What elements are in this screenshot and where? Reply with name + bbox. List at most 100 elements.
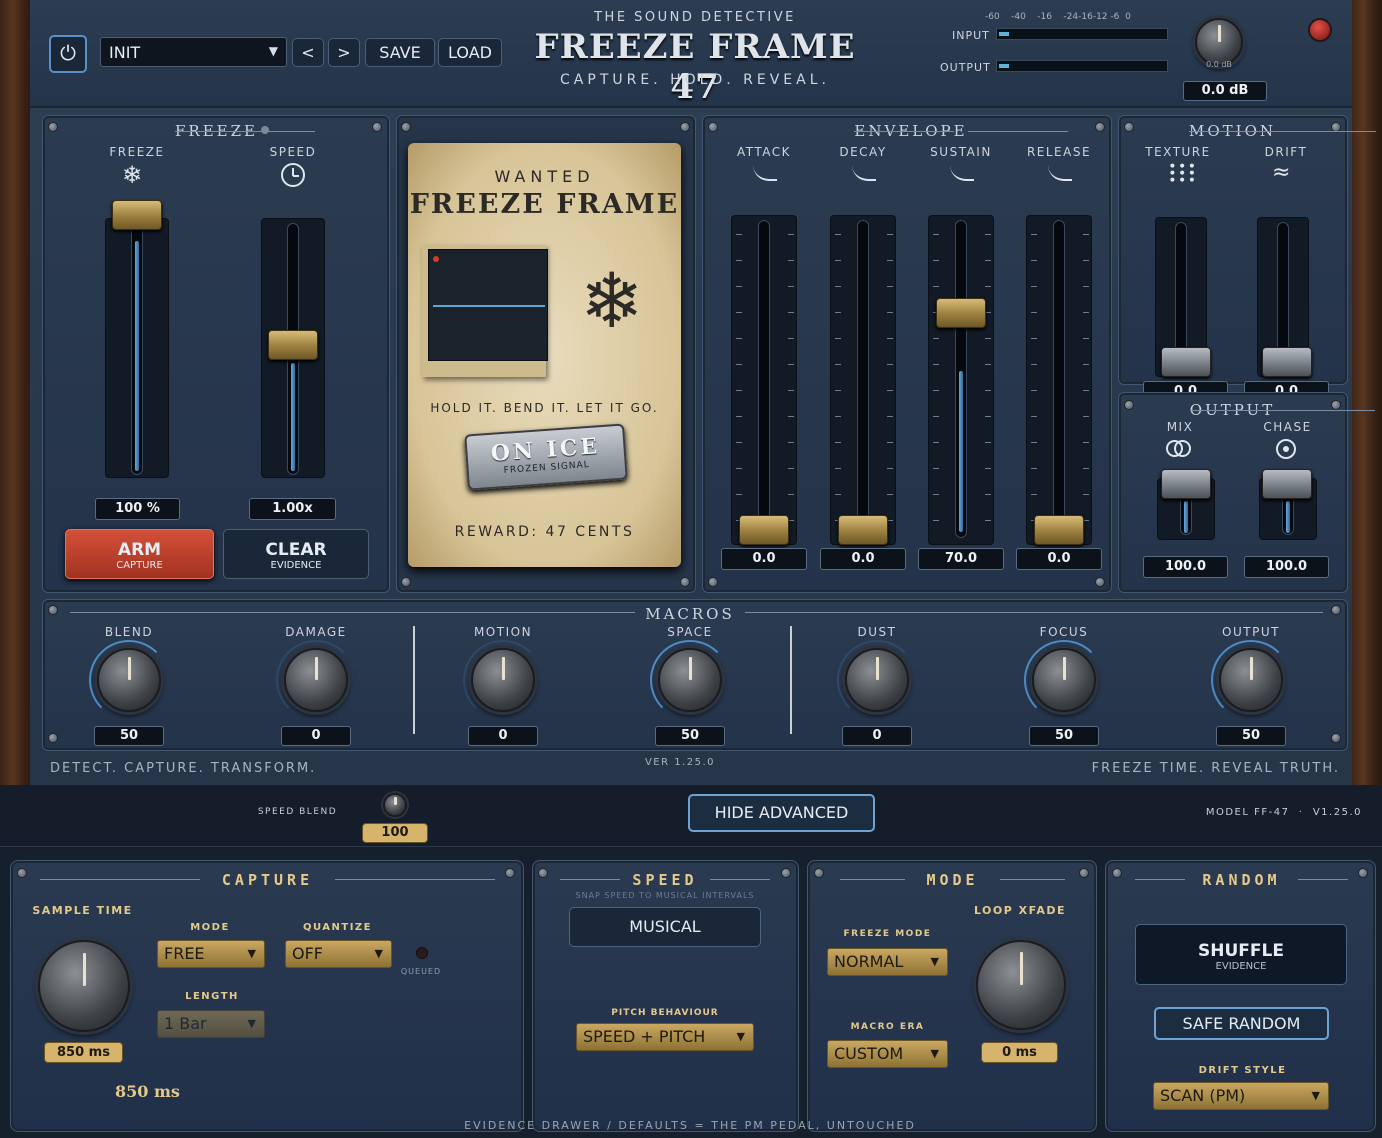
arm-sublabel: CAPTURE: [116, 560, 163, 571]
capture-mode-dropdown[interactable]: FREE ▼: [157, 940, 265, 968]
fader-tick: [1031, 364, 1037, 365]
envelope-fader-track[interactable]: [928, 215, 994, 545]
chevron-down-icon: ▼: [268, 44, 278, 58]
freeze-mode-value: NORMAL: [834, 952, 904, 971]
macro-output-value[interactable]: 50: [1216, 726, 1286, 746]
length-dropdown[interactable]: 1 Bar ▼: [157, 1010, 265, 1038]
envelope-decay-handle[interactable]: [838, 515, 888, 545]
preset-name: INIT: [109, 43, 141, 62]
macro-blend-knob[interactable]: [97, 648, 161, 712]
fader-tick: [887, 390, 893, 391]
fader-tick: [1083, 260, 1089, 261]
pitch-behaviour-dropdown[interactable]: SPEED + PITCH ▼: [576, 1023, 754, 1051]
output-gain-value[interactable]: 0.0 dB: [1183, 81, 1267, 101]
speed-blend-value[interactable]: 100: [362, 823, 428, 843]
macro-motion-value[interactable]: 0: [468, 726, 538, 746]
save-button[interactable]: SAVE: [365, 38, 435, 67]
arm-label: ARM: [117, 540, 162, 560]
macro-damage-value[interactable]: 0: [281, 726, 351, 746]
fader-tick: [1083, 416, 1089, 417]
fader-fill: [135, 241, 139, 471]
next-preset-button[interactable]: >: [328, 38, 360, 67]
sample-time-value[interactable]: 850 ms: [44, 1042, 123, 1063]
envelope-attack-value[interactable]: 0.0: [721, 548, 807, 570]
envelope-fader-track[interactable]: [731, 215, 797, 545]
load-button[interactable]: LOAD: [438, 38, 502, 67]
mix-value[interactable]: 100.0: [1143, 556, 1228, 578]
fader-tick: [985, 442, 991, 443]
chevron-down-icon: ▼: [247, 1017, 256, 1030]
macro-damage-knob[interactable]: [284, 648, 348, 712]
fader-tick: [1083, 442, 1089, 443]
texture-fader-handle[interactable]: [1161, 347, 1211, 377]
envelope-decay-value[interactable]: 0.0: [820, 548, 906, 570]
fader-tick: [933, 520, 939, 521]
envelope-fader-track[interactable]: [830, 215, 896, 545]
chevron-down-icon: ▼: [247, 947, 256, 960]
queued-led: [416, 947, 428, 959]
power-button[interactable]: ⏻: [49, 35, 87, 73]
envelope-release-handle[interactable]: [1034, 515, 1084, 545]
quantize-value: OFF: [292, 944, 323, 963]
output-panel-title: OUTPUT: [1185, 401, 1376, 419]
macro-space-value[interactable]: 50: [655, 726, 725, 746]
quantize-dropdown[interactable]: OFF ▼: [285, 940, 392, 968]
freeze-value[interactable]: 100 %: [95, 498, 180, 520]
chase-value[interactable]: 100.0: [1244, 556, 1329, 578]
clear-evidence-button[interactable]: CLEAR EVIDENCE: [223, 529, 369, 579]
arm-capture-button[interactable]: ARM CAPTURE: [65, 529, 214, 579]
envelope-sustain-value[interactable]: 70.0: [918, 548, 1004, 570]
speed-blend-knob[interactable]: [383, 793, 407, 817]
title-rule: [840, 879, 905, 880]
macro-focus-value[interactable]: 50: [1029, 726, 1099, 746]
envelope-sustain-handle[interactable]: [936, 298, 986, 328]
chase-fader-handle[interactable]: [1262, 469, 1312, 499]
prev-preset-button[interactable]: <: [292, 38, 324, 67]
drift-style-dropdown[interactable]: SCAN (PM) ▼: [1153, 1082, 1329, 1110]
macro-era-dropdown[interactable]: CUSTOM ▼: [827, 1040, 948, 1068]
safe-random-button[interactable]: SAFE RANDOM: [1154, 1007, 1329, 1040]
title-rule: [1135, 879, 1185, 880]
speed-fader-handle[interactable]: [268, 330, 318, 360]
macro-dust-value[interactable]: 0: [842, 726, 912, 746]
title-rule: [1298, 879, 1348, 880]
macro-output-knob[interactable]: [1219, 648, 1283, 712]
loop-xfade-knob[interactable]: [976, 940, 1066, 1030]
shuffle-sublabel: EVIDENCE: [1215, 961, 1267, 972]
freeze-mode-dropdown[interactable]: NORMAL ▼: [827, 948, 948, 976]
envelope-release-value[interactable]: 0.0: [1016, 548, 1102, 570]
sample-time-knob[interactable]: [38, 940, 130, 1032]
fader-tick: [933, 234, 939, 235]
screw: [48, 733, 58, 743]
envelope-fader-track[interactable]: [1026, 215, 1092, 545]
macro-dust-knob[interactable]: [845, 648, 909, 712]
freeze-fader-track[interactable]: [105, 218, 169, 478]
envelope-attack-handle[interactable]: [739, 515, 789, 545]
shuffle-evidence-button[interactable]: SHUFFLE EVIDENCE: [1135, 924, 1347, 985]
fader-tick: [736, 494, 742, 495]
hide-advanced-button[interactable]: HIDE ADVANCED: [688, 794, 875, 832]
loop-xfade-value[interactable]: 0 ms: [981, 1042, 1058, 1063]
snowflake-icon: ❄: [122, 161, 143, 189]
preset-selector[interactable]: INIT ▼: [100, 37, 287, 67]
mix-fader-handle[interactable]: [1161, 469, 1211, 499]
macros-divider-line: [745, 612, 1323, 613]
macro-motion-knob[interactable]: [471, 648, 535, 712]
fader-tick: [933, 468, 939, 469]
fader-tick: [933, 260, 939, 261]
wave-icon: ≈: [1272, 160, 1291, 185]
fader-tick: [788, 390, 794, 391]
screw: [1095, 122, 1105, 132]
macro-blend-value[interactable]: 50: [94, 726, 164, 746]
output-gain-knob[interactable]: [1195, 18, 1243, 66]
musical-button[interactable]: MUSICAL: [569, 907, 761, 947]
fader-tick: [985, 338, 991, 339]
macro-space-knob[interactable]: [658, 648, 722, 712]
speed-value[interactable]: 1.00x: [249, 498, 336, 520]
fader-tick: [887, 312, 893, 313]
freeze-fader-handle[interactable]: [112, 200, 162, 230]
screw: [1358, 868, 1368, 878]
drift-fader-handle[interactable]: [1262, 347, 1312, 377]
macro-focus-knob[interactable]: [1032, 648, 1096, 712]
fader-tick: [887, 442, 893, 443]
